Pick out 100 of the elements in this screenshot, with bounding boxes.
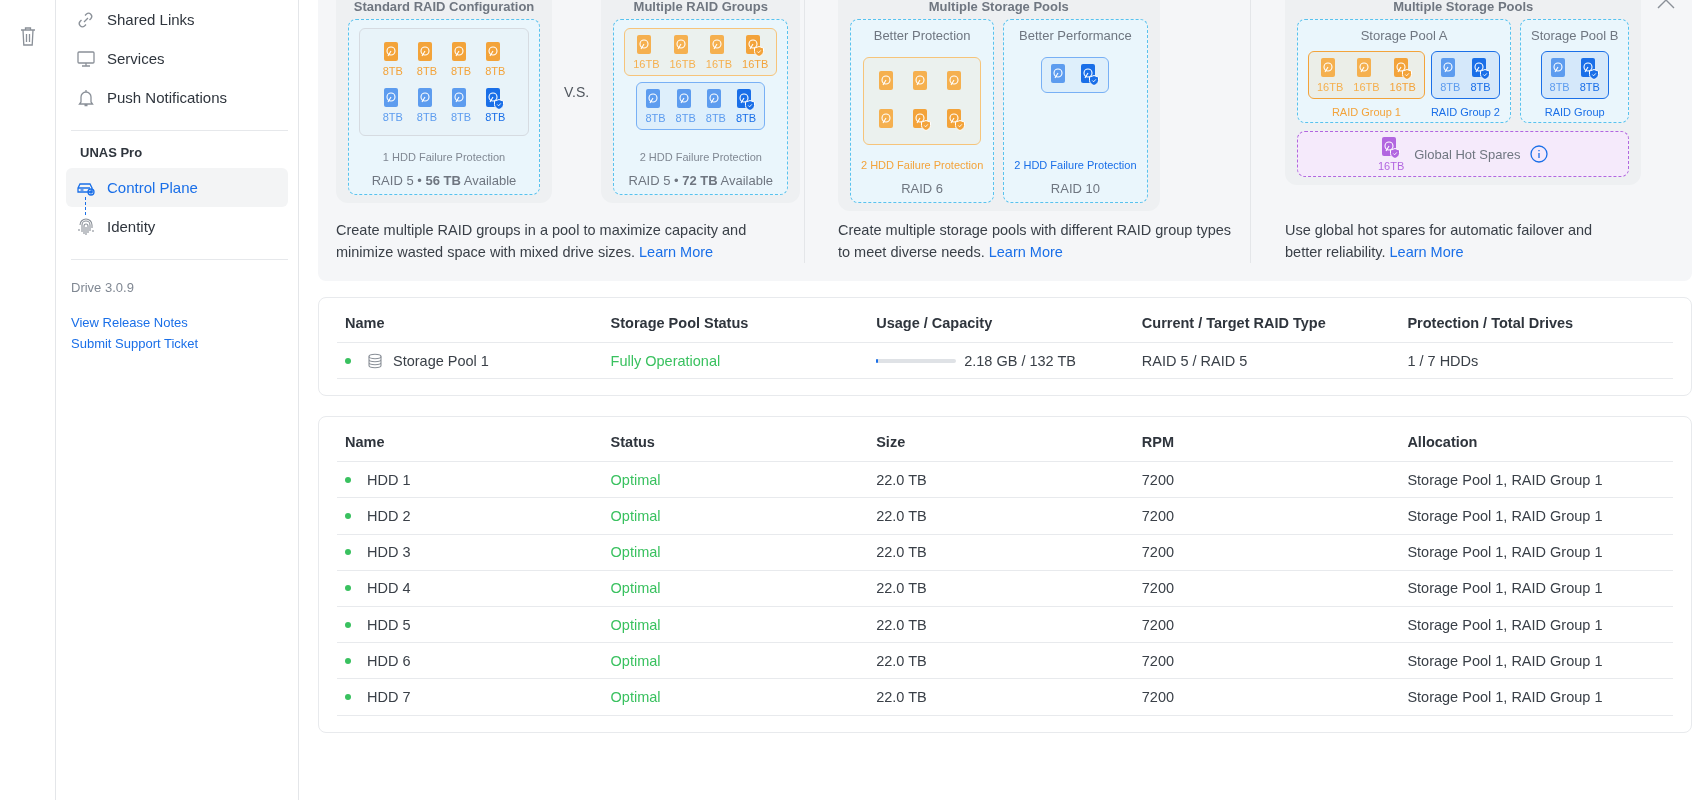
drive-size-label: 8TB [735, 112, 757, 124]
table-cell-text: Storage Pool 1, RAID Group 1 [1407, 616, 1604, 633]
status-text: Optimal [610, 652, 662, 669]
versus-label: V.S. [564, 83, 590, 100]
status-text: Fully Operational [610, 352, 722, 369]
raid-summary: RAID 5 • 72 TB Available [628, 173, 773, 188]
drive-size-label: 16TB [1389, 81, 1416, 93]
chevron-up-icon[interactable] [1657, 0, 1675, 9]
monitor-icon [76, 48, 96, 69]
pool-name: Storage Pool 1 [393, 352, 489, 369]
drive-size-label: 8TB [382, 111, 403, 123]
status-text: Optimal [610, 580, 662, 597]
protection-label: 1 HDD Failure Protection [382, 150, 506, 163]
drive-size-label: 8TB [705, 112, 726, 124]
table-cell-text: RAID 5 / RAID 5 [1141, 352, 1249, 369]
drive-name: HDD 5 [367, 616, 411, 633]
sidebar-item[interactable]: Control Plane [66, 168, 288, 207]
column-header: Name [345, 315, 386, 331]
table-cell-text: 7200 [1141, 507, 1176, 524]
trash-icon[interactable] [20, 26, 36, 46]
status-text: Optimal [610, 616, 662, 633]
hot-spares-label: Global Hot Spares [1414, 146, 1521, 162]
drive-size-label: 8TB [416, 111, 437, 123]
drive-size-label: 16TB [1377, 160, 1405, 172]
status-text: Optimal [610, 544, 662, 561]
protection-label: 2 HDD Failure Protection [1014, 158, 1137, 171]
drive-name: HDD 2 [367, 507, 411, 524]
diagram-heading: Standard RAID Configuration [352, 0, 536, 16]
column-header: RPM [1141, 434, 1176, 451]
table-cell-text: Storage Pool 1, RAID Group 1 [1407, 471, 1604, 488]
drive-size-label: 8TB [451, 65, 472, 77]
table-cell-text: Storage Pool 1, RAID Group 1 [1407, 652, 1604, 669]
diagram-heading: Multiple Storage Pools [927, 0, 1070, 16]
sidebar-link[interactable]: Submit Support Ticket [66, 336, 288, 357]
card-title: Better Performance [1019, 28, 1132, 43]
column-header: Storage Pool Status [610, 315, 750, 331]
learn-more-link[interactable]: Learn More [988, 244, 1063, 260]
status-text: Optimal [610, 507, 662, 524]
sidebar-item[interactable]: Shared Links [66, 0, 288, 39]
drive-size-label: 8TB [382, 65, 403, 77]
description-text: Create multiple RAID groups in a pool to maximize capacity and minimize wasted space with mixed drive sizes. Learn More [336, 221, 748, 262]
fingerprint-icon [76, 216, 96, 237]
sidebar-link[interactable]: View Release Notes [66, 315, 288, 336]
table-cell-text: Storage Pool 1, RAID Group 1 [1407, 688, 1604, 705]
dashed-connector [85, 197, 86, 215]
diagram-heading: Multiple RAID Groups [632, 0, 769, 16]
table-cell-text: 22.0 TB [876, 652, 928, 669]
card-title: Storage Pool B [1531, 28, 1619, 43]
raid-summary: RAID 5 • 56 TB Available [371, 173, 517, 188]
table-cell-text: 22.0 TB [876, 580, 928, 597]
drive-size-label: 8TB [1579, 81, 1600, 93]
sidebar-item[interactable]: Services [66, 39, 288, 78]
drive-size-label: 8TB [1549, 81, 1570, 93]
learn-more-link[interactable]: Learn More [1389, 244, 1464, 260]
usage-text: 2.18 GB / 132 TB [964, 352, 1076, 369]
drive-name: HDD 7 [367, 688, 411, 705]
drive-name: HDD 1 [367, 471, 411, 488]
table-cell-text: 1 / 7 HDDs [1407, 352, 1480, 369]
protection-label: 2 HDD Failure Protection [639, 150, 762, 163]
drive-size-label: 8TB [416, 65, 437, 77]
info-icon[interactable] [1530, 145, 1549, 163]
drive-size-label: 16TB [705, 58, 733, 70]
drive-size-label: 16TB [742, 58, 769, 70]
column-header: Current / Target RAID Type [1141, 315, 1327, 331]
protection-label: 2 HDD Failure Protection [861, 158, 984, 171]
sidebar-item[interactable]: Push Notifications [66, 78, 288, 117]
group-label: RAID Group 2 [1430, 106, 1500, 118]
drive-name: HDD 3 [367, 544, 411, 561]
learn-more-link[interactable]: Learn More [639, 244, 714, 260]
drive-size-label: 8TB [1470, 81, 1491, 93]
bell-icon [76, 87, 96, 108]
drive-size-label: 8TB [1440, 81, 1461, 93]
table-cell-text: Storage Pool 1, RAID Group 1 [1407, 580, 1604, 597]
card-title: Better Protection [873, 28, 971, 43]
raid-summary: RAID 6 [901, 181, 944, 196]
description-text: Create multiple storage pools with different RAID group types to meet diverse needs. Learn More [838, 221, 1233, 262]
table-cell-text: 7200 [1141, 688, 1176, 705]
drive-size-label: 8TB [645, 112, 666, 124]
diagram-heading: Multiple Storage Pools [1392, 0, 1535, 16]
table-cell-text: Storage Pool 1, RAID Group 1 [1407, 544, 1604, 561]
drive-size-label: 8TB [675, 112, 696, 124]
section-title: UNAS Pro [79, 144, 144, 162]
drive-size-label: 16TB [633, 58, 660, 70]
database-icon [367, 352, 383, 369]
group-label: RAID Group [1544, 106, 1605, 118]
column-header: Size [876, 434, 907, 451]
table-cell-text: 7200 [1141, 580, 1176, 597]
drive-size-label: 8TB [485, 111, 506, 123]
table-cell-text: 7200 [1141, 544, 1176, 561]
table-cell-text: 22.0 TB [876, 544, 928, 561]
table-cell-text: 7200 [1141, 652, 1176, 669]
description-text: Use global hot spares for automatic failover and better reliability. Learn More [1285, 221, 1594, 262]
drive-name: HDD 4 [367, 580, 411, 597]
drive-size-label: 16TB [669, 58, 696, 70]
column-header: Name [345, 434, 386, 451]
drive-size-label: 16TB [1317, 81, 1344, 93]
drive-size-label: 8TB [485, 65, 506, 77]
column-header: Usage / Capacity [876, 315, 994, 331]
sidebar-item[interactable]: Identity [66, 207, 288, 246]
column-header: Status [610, 434, 656, 451]
